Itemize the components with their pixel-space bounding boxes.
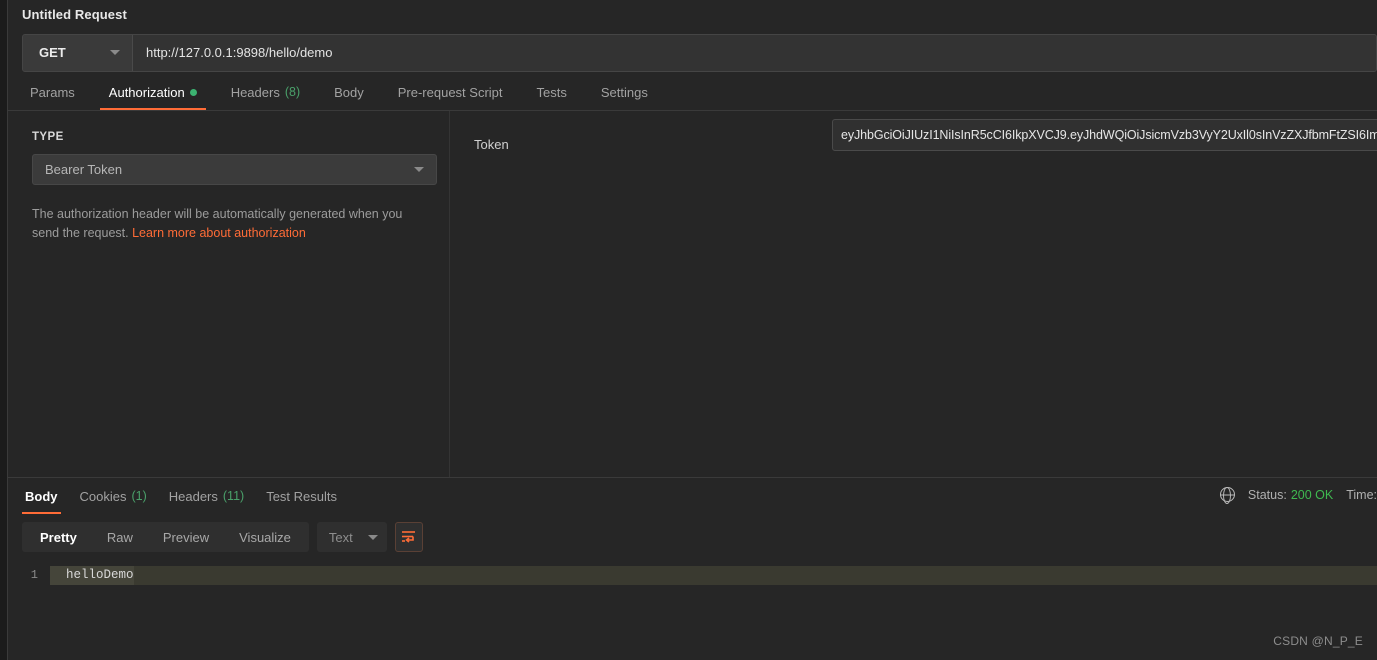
tab-tests-label: Tests: [536, 84, 567, 100]
word-wrap-button[interactable]: [394, 522, 423, 552]
word-wrap-icon: [401, 531, 415, 543]
tab-params-label: Params: [30, 84, 75, 100]
tab-headers-count: (8): [284, 85, 301, 99]
auth-type-value: Bearer Token: [45, 162, 123, 177]
url-row: GET http://127.0.0.1:9898/hello/demo: [8, 28, 1377, 74]
tab-headers[interactable]: Headers (8): [214, 74, 317, 110]
auth-description: The authorization header will be automat…: [32, 205, 424, 243]
request-title-bar: Untitled Request: [8, 0, 1377, 28]
response-tabs: Body Cookies (1) Headers (11) Test Resul…: [8, 478, 1377, 514]
auth-active-dot-icon: [189, 88, 197, 96]
auth-type-select[interactable]: Bearer Token: [32, 154, 437, 185]
response-tab-headers-count: (11): [222, 489, 245, 503]
postman-window: Untitled Request GET http://127.0.0.1:98…: [0, 0, 1377, 660]
time-label: Time:: [1346, 487, 1377, 502]
response-tab-test-results-label: Test Results: [266, 488, 338, 504]
response-format-select[interactable]: Text: [316, 522, 387, 552]
response-body-viewer[interactable]: 1 helloDemo CSDN @N_P_E: [8, 560, 1377, 660]
watermark: CSDN @N_P_E: [1273, 634, 1363, 648]
code-line-filler: [133, 566, 1377, 585]
response-meta: Status: 200 OK Time:: [1219, 487, 1377, 502]
view-raw[interactable]: Raw: [92, 524, 148, 550]
tab-body-label: Body: [334, 84, 364, 100]
response-toolbar: Pretty Raw Preview Visualize Text: [8, 514, 1377, 560]
auth-type-panel: TYPE Bearer Token The authorization head…: [8, 111, 450, 477]
url-bar: GET http://127.0.0.1:9898/hello/demo: [22, 33, 1377, 72]
auth-learn-more-link[interactable]: Learn more about authorization: [132, 226, 306, 240]
response-tab-cookies-count: (1): [131, 489, 147, 503]
chevron-down-icon: [367, 534, 378, 540]
code-line: 1 helloDemo: [8, 566, 1377, 585]
response-tab-test-results[interactable]: Test Results: [255, 479, 348, 514]
tab-pre-request-script[interactable]: Pre-request Script: [381, 74, 520, 110]
response-view-switcher: Pretty Raw Preview Visualize: [22, 522, 309, 552]
tab-headers-label: Headers: [230, 84, 280, 100]
tab-settings[interactable]: Settings: [584, 74, 665, 110]
tab-authorization[interactable]: Authorization: [92, 74, 214, 110]
response-tab-body-label: Body: [25, 488, 58, 504]
tab-pre-request-script-label: Pre-request Script: [397, 84, 503, 100]
token-value: eyJhbGciOiJIUzI1NiIsInR5cCI6IkpXVCJ9.eyJ…: [841, 128, 1377, 142]
authorization-panel: TYPE Bearer Token The authorization head…: [8, 111, 1377, 478]
status-badge: 200 OK: [1290, 487, 1334, 502]
response-format-value: Text: [328, 529, 353, 545]
chevron-down-icon: [110, 50, 120, 55]
chevron-down-icon: [414, 167, 424, 172]
collapsed-sidebar-edge[interactable]: [0, 0, 8, 660]
tab-authorization-label: Authorization: [108, 84, 185, 100]
status-label: Status:: [1247, 487, 1287, 502]
http-method-label: GET: [39, 45, 66, 60]
token-label: Token: [474, 137, 509, 152]
tab-params[interactable]: Params: [22, 74, 92, 110]
response-tab-body[interactable]: Body: [14, 479, 69, 514]
response-tab-cookies[interactable]: Cookies (1): [69, 479, 158, 514]
auth-type-label: TYPE: [32, 131, 64, 143]
response-body-text: helloDemo: [50, 566, 134, 585]
view-preview[interactable]: Preview: [148, 524, 224, 550]
request-tabs: Params Authorization Headers (8) Body Pr…: [8, 74, 1377, 111]
main-content: Untitled Request GET http://127.0.0.1:98…: [8, 0, 1377, 660]
tab-tests[interactable]: Tests: [520, 74, 584, 110]
request-title: Untitled Request: [22, 6, 127, 22]
view-visualize[interactable]: Visualize: [224, 524, 306, 550]
response-tab-headers[interactable]: Headers (11): [158, 479, 255, 514]
view-pretty[interactable]: Pretty: [25, 524, 92, 550]
response-tab-cookies-label: Cookies: [79, 488, 127, 504]
tab-settings-label: Settings: [600, 84, 648, 100]
token-input[interactable]: eyJhbGciOiJIUzI1NiIsInR5cCI6IkpXVCJ9.eyJ…: [832, 119, 1377, 151]
line-number: 1: [8, 566, 50, 585]
tab-body[interactable]: Body: [317, 74, 381, 110]
url-input[interactable]: http://127.0.0.1:9898/hello/demo: [133, 34, 1376, 71]
auth-token-panel: Token eyJhbGciOiJIUzI1NiIsInR5cCI6IkpXVC…: [450, 111, 1377, 477]
response-tab-headers-label: Headers: [168, 488, 218, 504]
http-method-select[interactable]: GET: [23, 34, 133, 71]
globe-icon[interactable]: [1219, 487, 1235, 502]
